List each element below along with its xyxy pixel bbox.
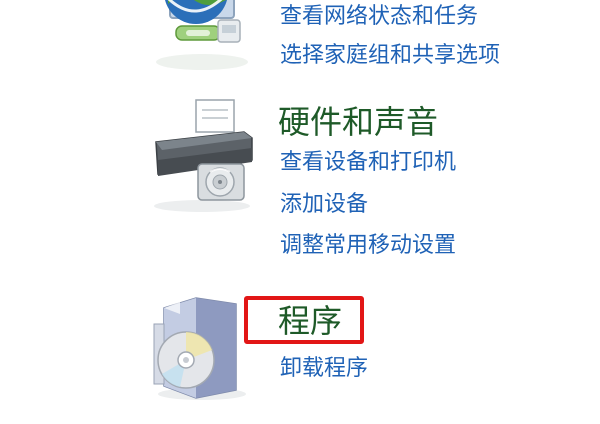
control-panel-categories: 查看网络状态和任务 选择家庭组和共享选项 硬件和声音 查看设备和打印机 添加设备… bbox=[0, 0, 600, 424]
link-add-device[interactable]: 添加设备 bbox=[280, 191, 368, 219]
link-mobility-settings[interactable]: 调整常用移动设置 bbox=[280, 232, 456, 260]
hardware-sound-title[interactable]: 硬件和声音 bbox=[278, 103, 438, 141]
link-view-network-status[interactable]: 查看网络状态和任务 bbox=[280, 3, 478, 31]
link-uninstall-program[interactable]: 卸载程序 bbox=[280, 355, 368, 383]
link-homegroup-sharing[interactable]: 选择家庭组和共享选项 bbox=[280, 42, 500, 70]
network-globe-icon[interactable] bbox=[146, 0, 256, 80]
program-disc-box-icon[interactable] bbox=[150, 294, 254, 402]
link-view-devices-printers[interactable]: 查看设备和打印机 bbox=[280, 149, 456, 177]
programs-highlight-box bbox=[244, 296, 364, 344]
printer-icon[interactable] bbox=[148, 98, 256, 216]
